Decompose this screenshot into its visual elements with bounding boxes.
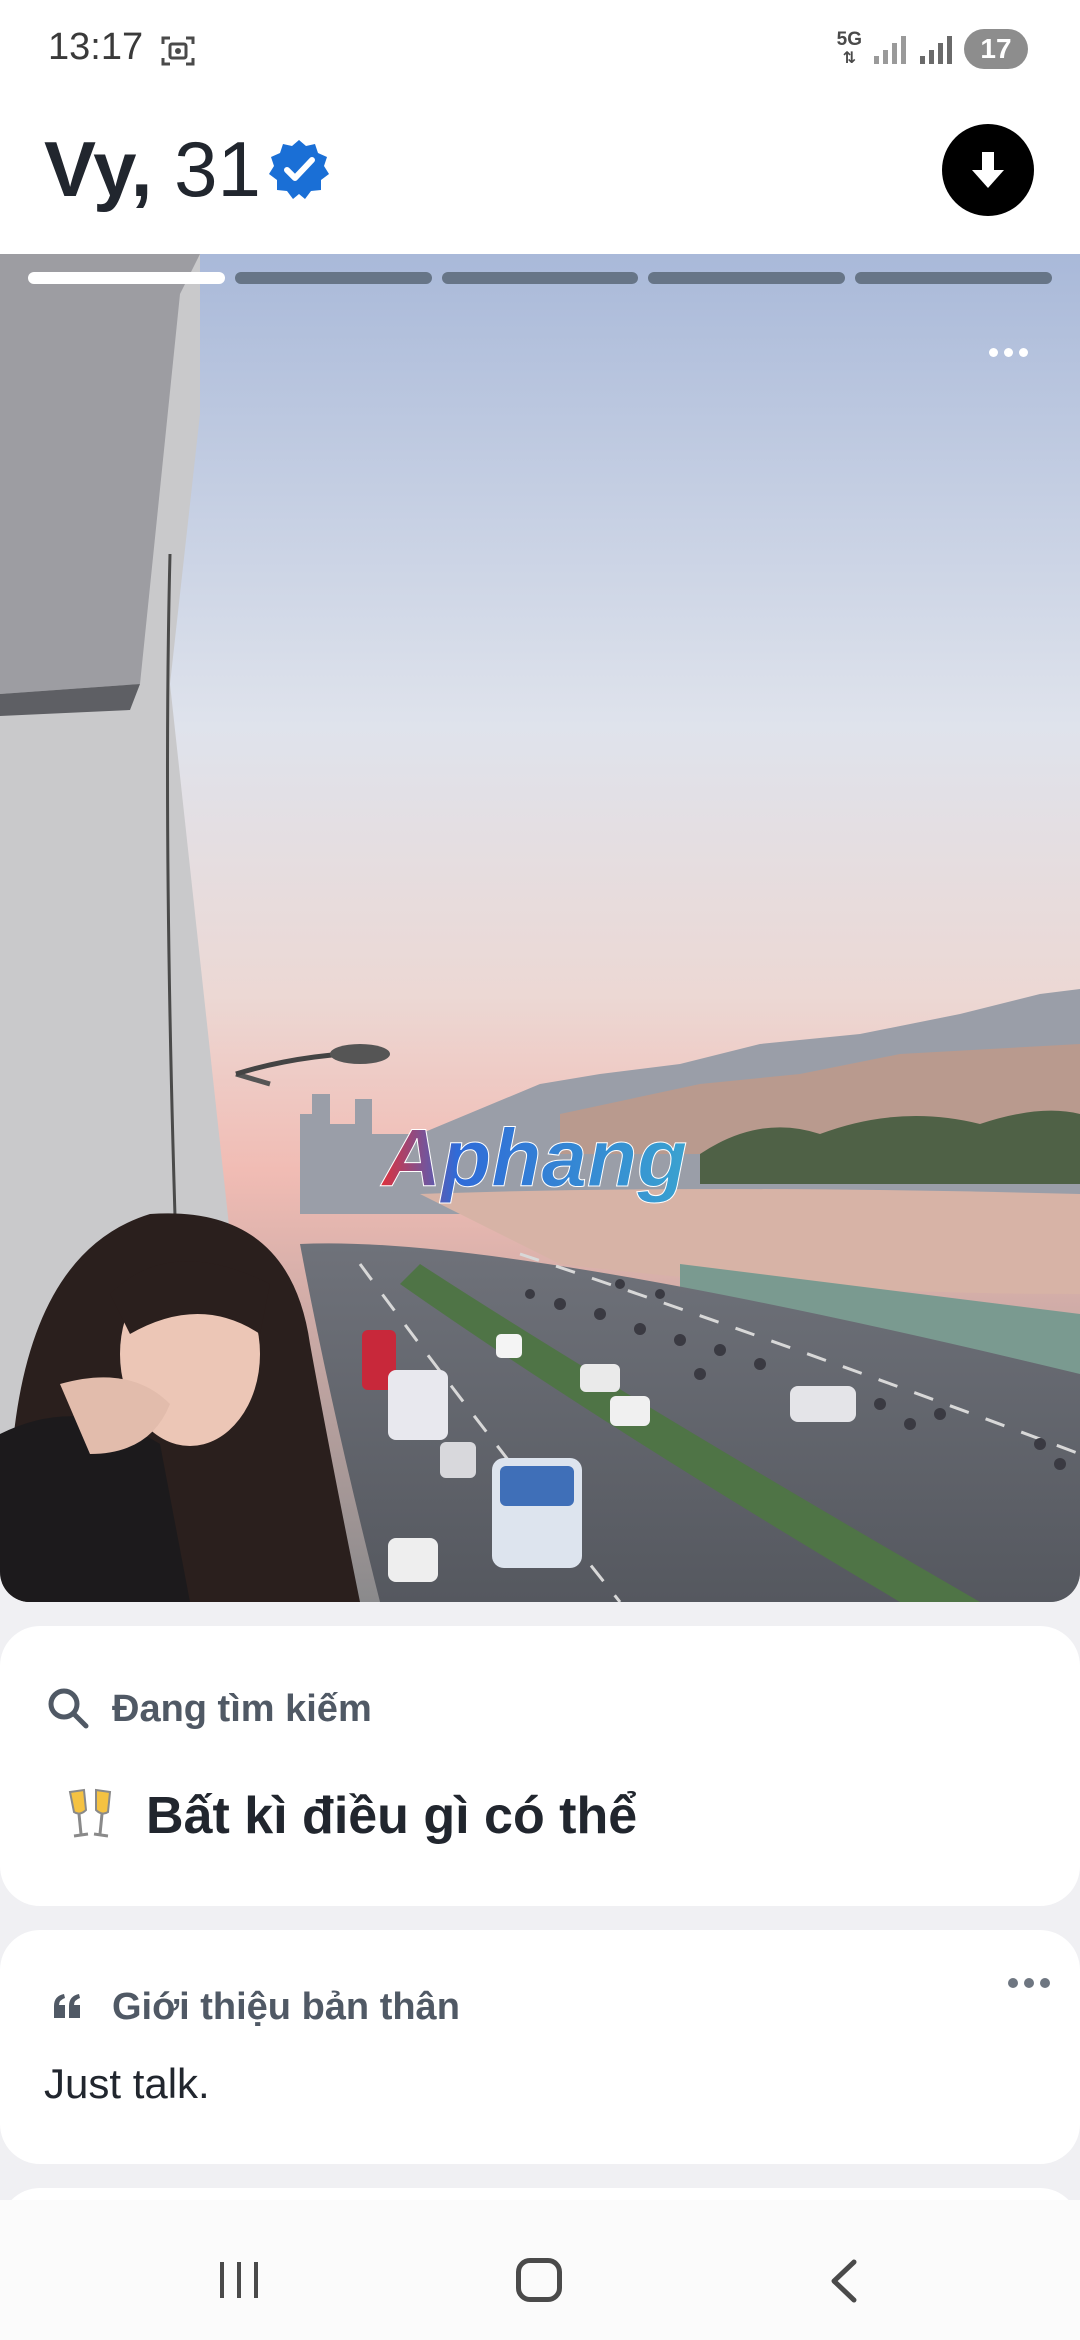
signal-icon [874, 36, 906, 64]
photo-more-icon[interactable] [989, 348, 1028, 357]
screen-record-icon [161, 36, 195, 66]
profile-name: Vy, 31 [44, 130, 261, 208]
looking-for-label: Đang tìm kiếm [112, 1688, 372, 1730]
arrow-down-icon [972, 152, 1004, 188]
looking-for-card: Đang tìm kiếm Bất kì điều gì có thể [0, 1626, 1080, 1906]
status-icons: 5G ⇅ 17 [837, 26, 1028, 72]
clinking-glasses-icon [68, 1788, 112, 1838]
photo-image: Aphang [0, 254, 1080, 1602]
home-icon[interactable] [516, 2258, 562, 2302]
about-card: Giới thiệu bản thân Just talk. [0, 1930, 1080, 2164]
status-bar: 13:17 5G ⇅ 17 [0, 0, 1080, 100]
signal-icon [920, 36, 952, 64]
network-indicator: 5G ⇅ [836, 28, 862, 67]
looking-for-value: Bất kì điều gì có thể [146, 1787, 638, 1845]
quote-icon [54, 1994, 80, 2018]
watermark-logo: Aphang [380, 1113, 687, 1204]
progress-segment [28, 272, 225, 284]
progress-segment [441, 272, 639, 284]
status-time: 13:17 [48, 26, 144, 68]
search-icon [48, 1688, 89, 1729]
progress-segment [855, 272, 1052, 284]
navigation-bar [0, 2200, 1080, 2340]
progress-segment [648, 272, 846, 284]
about-text: Just talk. [44, 2060, 210, 2107]
about-more-icon[interactable] [1008, 1978, 1050, 1988]
battery-icon: 17 [964, 29, 1028, 69]
profile-age: 31 [174, 125, 261, 213]
back-icon[interactable] [826, 2258, 860, 2304]
download-button[interactable] [942, 124, 1034, 216]
recent-apps-icon[interactable] [218, 2260, 260, 2300]
verified-badge-icon[interactable] [268, 138, 330, 200]
about-label: Giới thiệu bản thân [112, 1986, 460, 2028]
profile-first-name: Vy, [44, 125, 153, 213]
profile-header: Vy, 31 [0, 100, 1080, 254]
progress-segment [234, 272, 432, 284]
profile-photo[interactable]: Aphang [0, 254, 1080, 1602]
photo-progress [28, 272, 1052, 284]
